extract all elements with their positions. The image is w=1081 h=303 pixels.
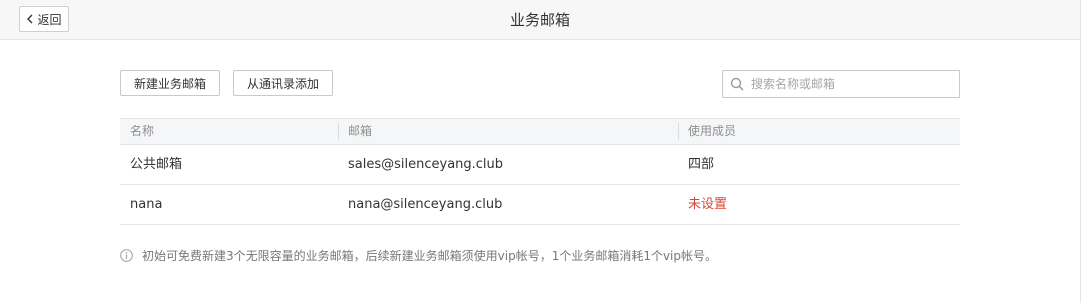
add-from-contacts-button[interactable]: 从通讯录添加: [233, 70, 333, 96]
column-header-members: 使用成员: [688, 124, 737, 138]
table-row[interactable]: nana nana@silenceyang.club 未设置: [120, 185, 960, 225]
mailbox-email: nana@silenceyang.club: [348, 197, 503, 212]
search-input[interactable]: [751, 74, 951, 94]
column-divider: [338, 123, 339, 140]
table-row[interactable]: 公共邮箱 sales@silenceyang.club 四部: [120, 145, 960, 185]
mailbox-email: sales@silenceyang.club: [348, 157, 504, 172]
column-header-email: 邮箱: [348, 124, 373, 138]
table-header: 名称 邮箱 使用成员: [120, 118, 960, 145]
search-icon: [730, 77, 744, 91]
page-title: 业务邮箱: [509, 11, 570, 29]
mailbox-members[interactable]: 四部: [688, 145, 714, 184]
mailbox-name: nana: [130, 197, 163, 212]
header-bar: 返回 业务邮箱: [0, 0, 1080, 40]
column-header-name: 名称: [130, 124, 155, 138]
info-note-text: 初始可免费新建3个无限容量的业务邮箱，后续新建业务邮箱须使用vip帐号，1个业务…: [142, 248, 718, 263]
business-mailbox-page: 返回 业务邮箱 新建业务邮箱 从通讯录添加 名称 邮箱 使用成员 公共邮箱 sa…: [0, 0, 1081, 303]
mailbox-table: 名称 邮箱 使用成员 公共邮箱 sales@silenceyang.club 四…: [120, 118, 960, 225]
info-note: 初始可免费新建3个无限容量的业务邮箱，后续新建业务邮箱须使用vip帐号，1个业务…: [120, 247, 717, 263]
mailbox-name: 公共邮箱: [130, 157, 183, 172]
column-divider: [678, 123, 679, 140]
new-business-mailbox-button[interactable]: 新建业务邮箱: [120, 70, 220, 96]
info-icon: [120, 248, 133, 262]
mailbox-members-unset[interactable]: 未设置: [688, 185, 727, 224]
search-box: [722, 70, 960, 98]
